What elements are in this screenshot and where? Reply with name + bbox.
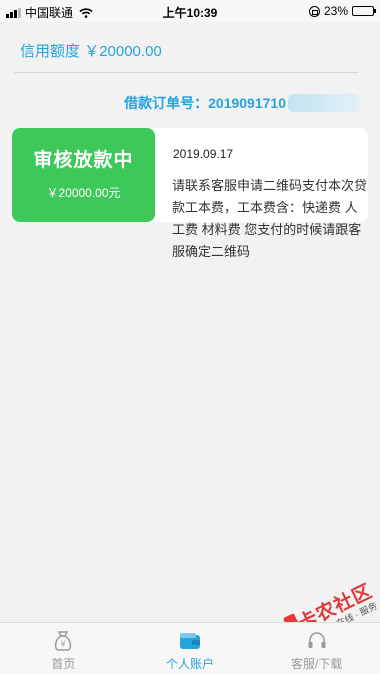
loan-message: 请联系客服申请二维码支付本次贷款工本费，工本费含：快递费 人工费 材料费 您支付… (172, 178, 368, 259)
money-bag-icon: ¥ (55, 631, 72, 651)
status-bar: 中国联通 上午10:39 23% (0, 0, 380, 22)
order-number-label: 借款订单号： (124, 95, 209, 111)
headset-icon (308, 632, 326, 648)
loan-amount: ￥20000.00元 (46, 186, 121, 200)
credit-limit: 信用额度 ￥20000.00 (20, 40, 162, 61)
loan-date: 2019.09.17 (173, 147, 234, 161)
svg-text:¥: ¥ (61, 640, 66, 649)
rotation-lock-icon (308, 5, 320, 17)
tab-bar: ¥ 首页 个人账户 客服/下载 (0, 622, 380, 674)
tab-home-label: 首页 (51, 657, 76, 671)
credit-limit-amount: ￥20000.00 (84, 43, 162, 60)
order-number-value: 2019091710 (208, 95, 286, 111)
tab-account-label: 个人账户 (166, 657, 215, 671)
order-number: 借款订单号： 2019091710 (124, 93, 360, 113)
loan-status-box: 审核放款中 ￥20000.00元 (12, 128, 155, 222)
status-bar-right: 23% (308, 4, 376, 18)
loan-status: 审核放款中 (33, 150, 134, 171)
tab-support-label: 客服/下载 (291, 657, 343, 671)
tab-support[interactable]: 客服/下载 (253, 623, 380, 674)
divider (14, 72, 358, 73)
wallet-icon (180, 633, 200, 649)
battery-percent: 23% (323, 4, 348, 18)
tab-home[interactable]: ¥ 首页 (0, 623, 127, 674)
redaction-mask (288, 94, 360, 112)
credit-limit-label: 信用额度 (20, 43, 81, 60)
tab-account[interactable]: 个人账户 (127, 623, 254, 674)
battery-icon (352, 6, 376, 16)
